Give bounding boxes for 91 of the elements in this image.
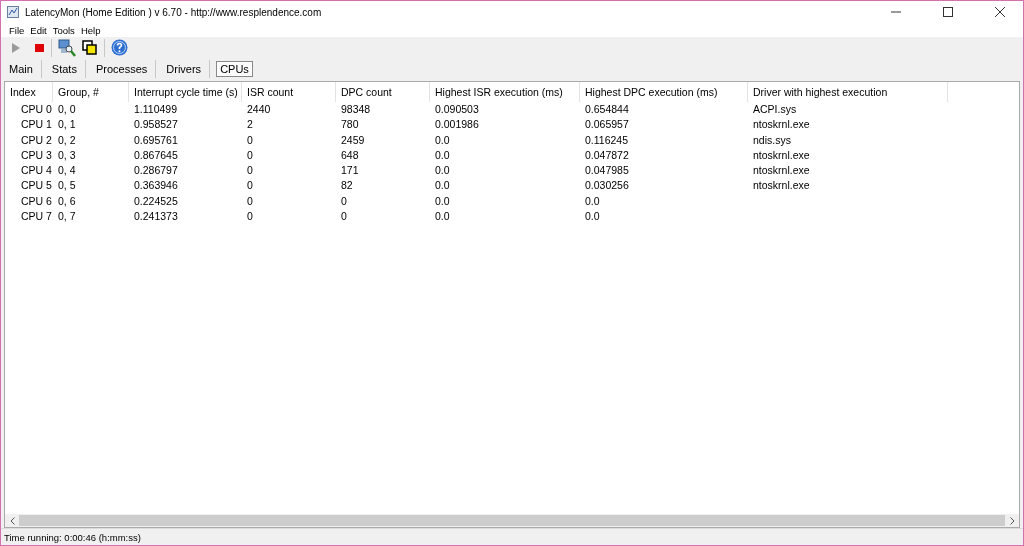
menu-item[interactable]: Help <box>80 24 101 36</box>
table-cell: 0, 6 <box>58 194 76 207</box>
table-cell: 0 <box>247 133 253 146</box>
table-cell: 0.654844 <box>585 103 629 115</box>
column-header[interactable]: DPC count <box>336 82 430 102</box>
computer-search-icon[interactable] <box>58 38 76 57</box>
column-header[interactable]: ISR count <box>242 82 336 102</box>
table-cell: 2 <box>247 118 253 131</box>
table-cell: 171 <box>341 164 359 177</box>
column-header[interactable]: Interrupt cycle time (s) <box>129 82 242 102</box>
table-cell: 0.0 <box>435 179 450 192</box>
status-text: Time running: 0:00:46 (h:mm:ss) <box>4 531 141 543</box>
table-cell: 0.116245 <box>585 133 628 146</box>
table-cell: ntoskrnl.exe <box>753 179 810 192</box>
app-icon <box>7 6 19 18</box>
table-cell: CPU 7 <box>21 210 52 223</box>
column-header[interactable]: Driver with highest execution <box>748 82 948 102</box>
table-cell: 0 <box>247 179 253 192</box>
table-cell: 0.0 <box>435 194 450 207</box>
table-cell: ntoskrnl.exe <box>753 164 810 177</box>
menu-item[interactable]: File <box>9 24 25 36</box>
table-cell: 0.047872 <box>585 148 629 161</box>
table-cell: 2440 <box>247 103 271 115</box>
table-cell: 0.090503 <box>435 103 479 115</box>
table-cell: CPU 3 <box>21 148 52 161</box>
tab[interactable]: Main <box>5 60 37 77</box>
table-cell: 0 <box>341 210 347 223</box>
table-cell: 0.0 <box>585 194 600 207</box>
table-cell: 0, 4 <box>58 164 76 177</box>
table-cell: 648 <box>341 148 359 161</box>
table-cell: 0, 1 <box>58 118 76 131</box>
windows-icon[interactable] <box>82 39 98 56</box>
table-cell: CPU 0 <box>21 103 52 115</box>
table-cell: 0.241373 <box>134 210 178 223</box>
help-icon[interactable] <box>111 39 128 56</box>
table-cell: ntoskrnl.exe <box>753 118 810 131</box>
table-cell: ndis.sys <box>753 133 791 146</box>
column-header[interactable]: Highest ISR execution (ms) <box>430 82 580 102</box>
table-cell: 0.695761 <box>134 133 178 146</box>
maximize-icon[interactable] <box>943 7 953 17</box>
table-cell: 0.0 <box>435 164 450 177</box>
table-cell: 1.110499 <box>134 103 177 115</box>
table-cell: 0, 3 <box>58 148 76 161</box>
tab[interactable]: Stats <box>47 60 81 77</box>
table-cell: 0.363946 <box>134 179 178 192</box>
table-cell: 0, 0 <box>58 103 76 115</box>
table-cell: 0.0 <box>435 210 450 223</box>
table-cell: 0 <box>247 210 253 223</box>
table-cell: 0.030256 <box>585 179 629 192</box>
table-cell: 0 <box>247 148 253 161</box>
horizontal-scrollbar[interactable] <box>5 514 1019 527</box>
table-cell: 2459 <box>341 133 365 146</box>
tab[interactable]: CPUs <box>216 60 253 77</box>
column-header[interactable]: Group, # <box>53 82 129 102</box>
tab[interactable]: Processes <box>91 60 152 77</box>
column-header[interactable]: Index <box>5 82 53 102</box>
scroll-right-icon[interactable] <box>1009 516 1015 525</box>
table-cell: 0.286797 <box>134 164 178 177</box>
table-cell: ntoskrnl.exe <box>753 148 810 161</box>
table-cell: 0.065957 <box>585 118 629 131</box>
column-header[interactable]: Highest DPC execution (ms) <box>580 82 748 102</box>
menu-item[interactable]: Tools <box>52 24 75 36</box>
table-cell: 0 <box>247 194 253 207</box>
table-cell: 0.001986 <box>435 118 479 131</box>
table-cell: CPU 5 <box>21 179 52 192</box>
table-cell: 0.867645 <box>134 148 178 161</box>
table-cell: 0, 7 <box>58 210 76 223</box>
table-cell: CPU 6 <box>21 194 52 207</box>
table-cell: 780 <box>341 118 359 131</box>
table-cell: 0.958527 <box>134 118 178 131</box>
table-cell: 0 <box>247 164 253 177</box>
table-cell: CPU 1 <box>21 118 52 131</box>
tab[interactable]: Drivers <box>162 60 206 77</box>
table-cell: 0.0 <box>435 133 450 146</box>
scroll-left-icon[interactable] <box>9 516 15 525</box>
table-cell: CPU 2 <box>21 133 52 146</box>
table-cell: 98348 <box>341 103 371 115</box>
table-cell: 0.0 <box>585 210 600 223</box>
table-cell: 0 <box>341 194 347 207</box>
window-title: LatencyMon (Home Edition ) v 6.70 - http://www.resplendence.com <box>25 6 323 18</box>
table-cell: CPU 4 <box>21 164 52 177</box>
table-cell: 0, 2 <box>58 133 76 146</box>
table-cell: 82 <box>341 179 353 192</box>
table-cell: 0.0 <box>435 148 450 161</box>
table-cell: 0.224525 <box>134 194 178 207</box>
table-cell: ACPI.sys <box>753 103 797 115</box>
menu-item[interactable]: Edit <box>30 24 47 36</box>
stop-icon[interactable] <box>35 42 45 53</box>
table-cell: 0, 5 <box>58 179 76 192</box>
close-icon[interactable] <box>995 7 1005 17</box>
table-cell: 0.047985 <box>585 164 629 177</box>
